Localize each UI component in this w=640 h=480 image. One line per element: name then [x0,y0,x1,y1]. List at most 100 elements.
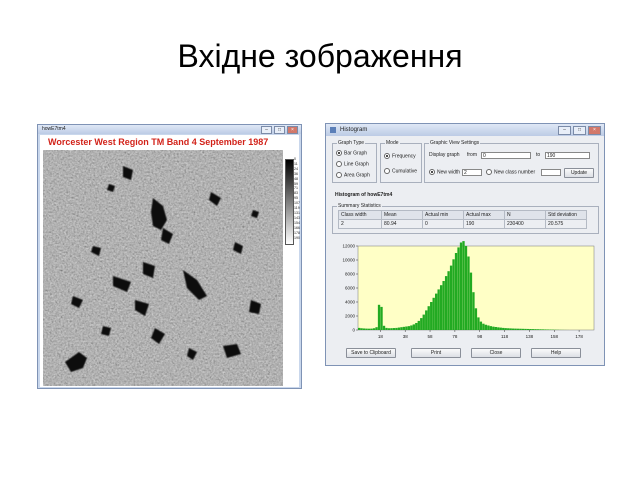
maximize-icon[interactable]: □ [274,126,285,134]
histogram-chart: 0 2000 4000 6000 8000 10000 12000 18 38 58 78 98 118… [342,241,595,339]
histogram-bar [526,328,530,330]
histogram-bar [377,304,381,330]
cumulative-option[interactable]: Cumulative [384,168,417,175]
histogram-bar [447,271,450,330]
image-window: howE7tm4 – □ × Worcester West Region TM … [37,124,302,389]
save-to-clipboard-button[interactable]: Save to Clipboard [346,348,396,358]
histogram-window-title: Histogram [340,127,368,133]
colorbar-tick-label: 190 [294,235,300,240]
close-button[interactable]: Close [471,348,521,358]
x-tick-label: 78 [452,334,458,339]
y-tick-label: 4000 [345,300,356,305]
print-button[interactable]: Print [411,348,461,358]
histogram-bar [427,306,430,330]
histogram-bar [444,276,448,330]
histogram-bar [358,327,361,330]
histogram-bar [432,297,435,330]
histogram-bar [516,328,520,330]
histogram-title: Histogram of howE7tm4 [335,192,393,198]
histogram-bar [415,323,418,330]
histogram-bar [437,289,440,330]
to-input[interactable]: 190 [545,152,590,159]
stats-value-cell: 20.575 [545,219,587,229]
stats-header-cell: Mean [381,210,423,220]
minimize-icon[interactable]: – [261,126,272,134]
histogram-bar [534,329,537,330]
histogram-bar [531,329,535,330]
radio-icon[interactable] [384,168,390,174]
histogram-bar [512,328,515,330]
new-width-input[interactable]: 2 [462,169,482,176]
histogram-bar [405,326,408,330]
close-icon[interactable]: × [287,126,298,134]
new-width-option[interactable]: New width [429,169,460,176]
new-class-option[interactable]: New class number [486,169,535,176]
area-graph-option[interactable]: Area Graph [336,172,370,179]
histogram-bar [457,247,460,330]
histogram-bar [407,326,411,330]
histogram-titlebar[interactable]: Histogram – □ × [326,124,604,136]
colorbar [285,159,294,245]
histogram-bar [521,328,525,330]
histogram-bar [410,325,413,330]
radio-icon[interactable] [486,169,492,175]
view-settings-label: Graphic View Settings [429,140,481,147]
minimize-icon[interactable]: – [558,126,571,135]
histogram-bar [367,328,371,330]
histogram-bar [514,328,517,330]
help-button[interactable]: Help [531,348,581,358]
radio-icon[interactable] [336,150,342,156]
stats-value-cell: 2 [338,219,382,229]
histogram-bar [390,328,393,330]
histogram-bar [382,325,386,330]
maximize-icon[interactable]: □ [573,126,586,135]
histogram-bar [430,302,433,330]
histogram-bar [477,317,480,330]
histogram-bar [452,259,455,330]
histogram-bar [474,308,478,330]
histogram-bar [435,293,438,330]
stats-value-cell: 0 [422,219,464,229]
histogram-bar [472,292,475,330]
stats-value-cell: 190 [463,219,505,229]
stats-header-cell: Std deviation [545,210,587,220]
histogram-bar [469,272,473,330]
from-input[interactable]: 0 [481,152,531,159]
from-label: from [467,152,477,158]
new-class-input[interactable] [541,169,561,176]
histogram-bar [372,328,376,330]
histogram-bar [519,328,522,330]
x-tick-label: 18 [378,334,384,339]
image-window-titlebar[interactable]: howE7tm4 – □ × [38,125,301,134]
radio-icon[interactable] [429,169,435,175]
radio-icon[interactable] [384,153,390,159]
histogram-bar [492,326,495,330]
histogram-bar [494,326,497,330]
y-tick-label: 8000 [345,272,356,277]
histogram-bar [462,241,465,330]
histogram-bar [360,328,363,330]
bar-graph-option[interactable]: Bar Graph [336,150,367,157]
mode-group: Mode Frequency Cumulative [380,140,422,183]
update-button[interactable]: Update [564,168,594,178]
histogram-bar [370,328,373,330]
radio-icon[interactable] [336,172,342,178]
histogram-bar [397,327,401,330]
histogram-bar [449,265,453,330]
histogram-bar [425,310,428,330]
histogram-bar [412,324,415,330]
histogram-bar [375,327,378,330]
histogram-bar [442,281,445,330]
histogram-bar [504,328,507,330]
histogram-bar [479,321,483,330]
histogram-bar [459,242,463,330]
line-graph-option[interactable]: Line Graph [336,161,369,168]
histogram-bar [544,329,547,330]
close-icon[interactable]: × [588,126,601,135]
histogram-bar [387,328,391,330]
frequency-option[interactable]: Frequency [384,153,416,160]
histogram-bar [385,327,388,330]
histogram-bar [484,324,488,330]
histogram-bar [529,329,532,330]
radio-icon[interactable] [336,161,342,167]
